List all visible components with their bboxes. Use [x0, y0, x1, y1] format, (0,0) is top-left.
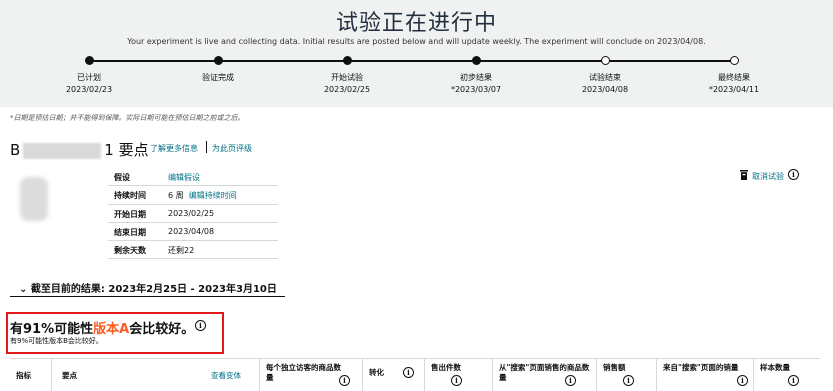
timeline-step-date: 2023/02/23: [65, 85, 113, 94]
info-row-hypothesis: 假设 编辑假设: [108, 168, 278, 187]
timeline-dot: [214, 56, 223, 65]
winner-variant: 版本A: [93, 322, 130, 337]
info-value: 2023/02/25: [168, 208, 215, 218]
info-label: 结束日期: [114, 227, 146, 237]
column-label: 每个独立访客的商品数量: [266, 363, 341, 382]
column-label: 从"搜索"页面销售的商品数量: [499, 363, 590, 382]
divider: [206, 141, 207, 153]
column-sales: 销售额 i: [596, 359, 656, 391]
timeline-step-date: 2023/02/25: [323, 85, 371, 94]
timeline-step-date: *2023/03/07: [450, 85, 502, 94]
column-label: 要点: [62, 371, 77, 380]
info-icon[interactable]: i: [403, 367, 414, 378]
estimate-note: *日期是预估日期；并不能得到保障。实际日期可能在预估日期之前或之后。: [10, 114, 245, 122]
banner-subtitle: Your experiment is live and collecting d…: [127, 37, 706, 46]
info-label: 剩余天数: [114, 246, 146, 256]
timeline-dot: [85, 56, 94, 65]
experiment-info-table: 假设 编辑假设 持续时间 6 周 编辑持续时间 开始日期 2023/02/25 …: [108, 168, 278, 260]
info-icon[interactable]: i: [788, 169, 799, 180]
results-range: 截至目前的结果: 2023年2月25日 - 2023年3月10日: [30, 284, 277, 295]
column-label: 销售额: [603, 363, 626, 372]
column-sessions: 每个独立访客的商品数量 i: [259, 359, 362, 391]
winner-prefix: 有91%可能性: [10, 322, 94, 337]
info-label: 假设: [114, 173, 130, 182]
timeline-step-label: 最终结果: [718, 73, 750, 82]
divider: [10, 296, 285, 297]
info-icon[interactable]: i: [788, 375, 799, 386]
info-label: 持续时间: [114, 191, 146, 201]
status-banner: 试验正在进行中 Your experiment is live and coll…: [0, 0, 833, 107]
info-value: 还剩22: [168, 246, 195, 256]
column-units: 售出件数 i: [424, 359, 492, 391]
edit-duration-link[interactable]: 编辑持续时间: [189, 191, 237, 200]
timeline-dot: [472, 56, 481, 65]
view-variants-link[interactable]: 查看变体: [211, 371, 241, 381]
info-icon[interactable]: i: [195, 320, 206, 331]
timeline-step-label: 已计划: [77, 73, 101, 82]
info-icon[interactable]: i: [451, 375, 462, 386]
column-label: 指标: [16, 371, 31, 380]
timeline-step-label: 开始试验: [331, 73, 363, 82]
product-thumbnail: [20, 177, 48, 221]
edit-hypothesis-link[interactable]: 编辑假设: [168, 172, 200, 183]
info-icon[interactable]: i: [623, 375, 634, 386]
experiment-title-prefix: B: [10, 141, 21, 159]
column-metric: 指标: [10, 359, 51, 391]
column-conversion: 转化 i: [362, 359, 424, 391]
duration-value: 6 周: [168, 191, 184, 201]
metrics-table-header: 指标 要点 查看变体 每个独立访客的商品数量 i 转化 i 售出件数 i 从"搜…: [10, 358, 820, 391]
timeline-track: [89, 60, 734, 62]
info-value: 6 周 编辑持续时间: [168, 190, 237, 201]
winner-headline: 有91%可能性版本A会比较好。: [10, 318, 194, 337]
timeline-step-date: *2023/04/11: [708, 85, 760, 94]
redacted-block: [23, 142, 102, 159]
info-icon[interactable]: i: [339, 375, 350, 386]
column-sample: 样本数量 i: [753, 359, 820, 391]
winner-subtext: 有9%可能性版本B会比较好。: [10, 337, 103, 345]
column-label: 转化: [369, 368, 384, 377]
column-label: 样本数量: [760, 363, 790, 372]
winner-suffix: 会比较好。: [129, 322, 195, 337]
timeline-dot-pending: [730, 56, 739, 65]
cancel-experiment-link[interactable]: 取消试验: [752, 171, 784, 182]
column-search-sales: 来自"搜索"页面的销量 i: [656, 359, 753, 391]
learn-more-link[interactable]: 了解更多信息: [150, 143, 198, 154]
column-search-units: 从"搜索"页面销售的商品数量 i: [492, 359, 596, 391]
timeline-step-label: 验证完成: [202, 73, 234, 82]
info-value: 2023/04/08: [168, 226, 215, 236]
rate-page-link[interactable]: 为此页评级: [212, 143, 252, 154]
banner-title: 试验正在进行中: [335, 11, 497, 36]
column-point: 要点 查看变体: [51, 359, 259, 391]
trash-icon[interactable]: [740, 170, 748, 180]
timeline-dot: [343, 56, 352, 65]
info-row-remaining: 剩余天数 还剩22: [108, 241, 278, 260]
info-label: 开始日期: [114, 209, 146, 219]
column-label: 售出件数: [431, 363, 461, 372]
experiment-title: B 1 要点: [10, 139, 149, 160]
timeline-step-label: 试验结束: [589, 73, 621, 82]
info-row-start: 开始日期 2023/02/25: [108, 205, 278, 223]
info-row-end: 结束日期 2023/04/08: [108, 223, 278, 242]
chevron-down-icon: ⌄: [19, 284, 28, 295]
timeline-dot-pending: [601, 56, 610, 65]
info-icon[interactable]: i: [565, 375, 576, 386]
results-header[interactable]: ⌄ 截至目前的结果: 2023年2月25日 - 2023年3月10日: [19, 280, 277, 295]
experiment-title-suffix: 1 要点: [104, 141, 149, 159]
info-row-duration: 持续时间 6 周 编辑持续时间: [108, 186, 278, 205]
timeline-step-label: 初步结果: [460, 73, 492, 82]
info-icon[interactable]: i: [737, 375, 748, 386]
column-label: 来自"搜索"页面的销量: [663, 363, 739, 372]
timeline-step-date: 2023/04/08: [581, 85, 629, 94]
